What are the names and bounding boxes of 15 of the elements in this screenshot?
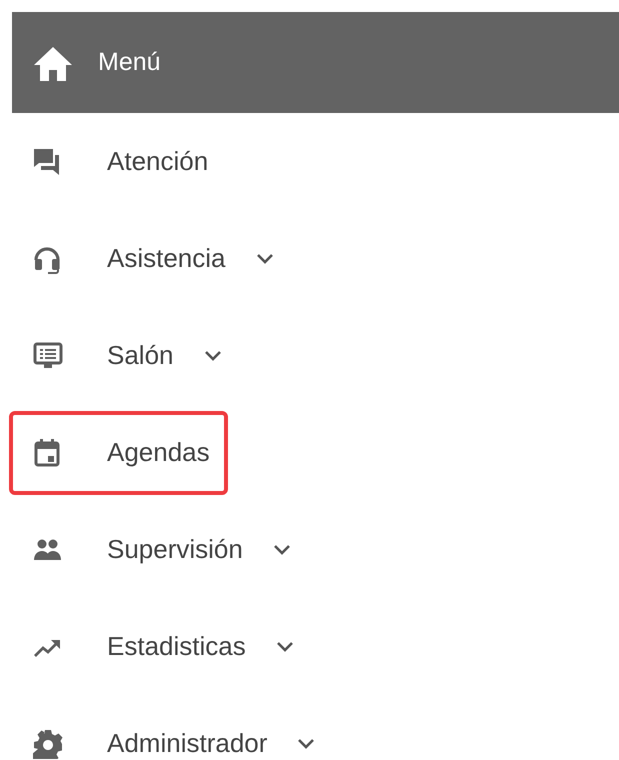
chevron-down-icon[interactable]: [204, 350, 222, 362]
menu-item[interactable]: Supervisión: [9, 508, 309, 592]
chevron-down-icon[interactable]: [297, 738, 316, 750]
menu-title: Menú: [98, 48, 161, 77]
menu-item[interactable]: Estadisticas: [9, 604, 312, 688]
monitor-icon: [33, 340, 63, 370]
menu-item[interactable]: Asistencia: [9, 216, 292, 300]
menu-item[interactable]: Administrador: [9, 702, 334, 760]
menu-item[interactable]: Salón: [9, 314, 240, 398]
menu-item[interactable]: Atención: [9, 120, 226, 204]
chevron-down-icon[interactable]: [256, 252, 274, 264]
chevron-down-icon[interactable]: [272, 544, 291, 556]
menu-item[interactable]: Agendas: [9, 410, 228, 494]
gear-icon: [33, 728, 63, 758]
chevron-down-icon[interactable]: [276, 640, 294, 652]
